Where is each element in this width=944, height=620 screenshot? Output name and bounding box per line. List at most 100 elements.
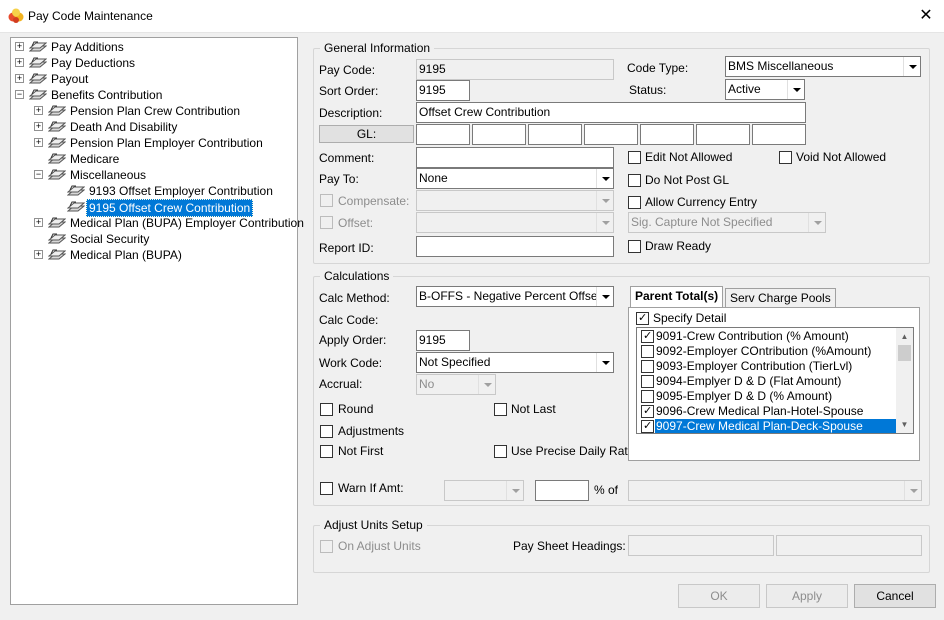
offset-checkbox bbox=[320, 216, 333, 229]
tab-parent-totals[interactable]: Parent Total(s) bbox=[630, 286, 724, 308]
chevron-down-icon[interactable] bbox=[787, 80, 804, 99]
work-code-select[interactable]: Not Specified bbox=[416, 352, 614, 373]
do-not-post-gl-checkbox[interactable] bbox=[628, 174, 641, 187]
use-precise-daily-rate-label: Use Precise Daily Rate bbox=[511, 444, 635, 458]
ok-button[interactable]: OK bbox=[678, 584, 760, 608]
folder-stack-icon bbox=[47, 168, 67, 182]
code-type-label: Code Type: bbox=[627, 61, 689, 75]
compensate-checkbox bbox=[320, 194, 333, 207]
round-checkbox[interactable] bbox=[320, 403, 333, 416]
expand-icon[interactable]: + bbox=[34, 122, 43, 131]
edit-not-allowed-checkbox[interactable] bbox=[628, 151, 641, 164]
group-title: Calculations bbox=[320, 269, 394, 283]
percent-of-label: % of bbox=[594, 483, 619, 497]
adjustments-checkbox[interactable] bbox=[320, 425, 333, 438]
calc-method-select[interactable]: B-OFFS - Negative Percent Offset of bbox=[416, 286, 614, 307]
tab-serv-charge-pools[interactable]: Serv Charge Pools bbox=[725, 288, 836, 308]
item-checkbox[interactable] bbox=[641, 330, 654, 343]
gl-segment-6[interactable] bbox=[696, 124, 750, 145]
report-id-field[interactable] bbox=[416, 236, 614, 257]
group-title: General Information bbox=[320, 41, 435, 55]
scroll-up-icon[interactable]: ▲ bbox=[896, 328, 913, 345]
chevron-down-icon bbox=[596, 191, 613, 210]
gl-segment-7[interactable] bbox=[752, 124, 806, 145]
list-scrollbar[interactable]: ▲ ▼ bbox=[896, 328, 913, 433]
item-checkbox[interactable] bbox=[641, 405, 654, 418]
folder-stack-icon bbox=[28, 56, 48, 70]
item-checkbox[interactable] bbox=[641, 375, 654, 388]
item-checkbox[interactable] bbox=[641, 360, 654, 373]
expand-icon[interactable]: + bbox=[15, 58, 24, 67]
not-first-label: Not First bbox=[338, 444, 384, 458]
description-label: Description: bbox=[319, 106, 383, 120]
specify-detail-label: Specify Detail bbox=[653, 311, 727, 325]
warn-if-amt-checkbox[interactable] bbox=[320, 482, 333, 495]
folder-stack-icon bbox=[47, 104, 67, 118]
draw-ready-checkbox[interactable] bbox=[628, 240, 641, 253]
use-precise-daily-rate-checkbox[interactable] bbox=[494, 445, 507, 458]
chevron-down-icon[interactable] bbox=[596, 353, 613, 372]
pay-code-tree[interactable]: + Pay Additions + Pay Deductions + Payou… bbox=[10, 37, 304, 605]
pay-to-select[interactable]: None bbox=[416, 168, 614, 189]
not-last-checkbox[interactable] bbox=[494, 403, 507, 416]
calc-code-label: Calc Code: bbox=[319, 313, 379, 327]
expand-icon[interactable]: + bbox=[15, 74, 24, 83]
not-first-checkbox[interactable] bbox=[320, 445, 333, 458]
folder-stack-icon bbox=[47, 136, 67, 150]
accrual-select: No bbox=[416, 374, 496, 395]
pay-code-field: 9195 bbox=[416, 59, 614, 80]
pay-sheet-headings-label: Pay Sheet Headings: bbox=[513, 539, 626, 553]
folder-stack-icon bbox=[66, 184, 86, 198]
gl-segment-4[interactable] bbox=[584, 124, 638, 145]
expand-icon[interactable]: + bbox=[15, 42, 24, 51]
comment-field[interactable] bbox=[416, 147, 614, 168]
gl-button[interactable]: GL: bbox=[319, 125, 414, 143]
allow-currency-entry-checkbox[interactable] bbox=[628, 196, 641, 209]
folder-stack-icon bbox=[66, 200, 86, 214]
sig-capture-select: Sig. Capture Not Specified bbox=[628, 212, 826, 233]
status-select[interactable]: Active bbox=[725, 79, 805, 100]
chevron-down-icon[interactable] bbox=[903, 57, 920, 76]
group-title: Adjust Units Setup bbox=[320, 518, 427, 532]
expand-icon[interactable]: + bbox=[34, 218, 43, 227]
scroll-down-icon[interactable]: ▼ bbox=[896, 416, 913, 433]
chevron-down-icon[interactable] bbox=[596, 169, 613, 188]
collapse-icon[interactable]: − bbox=[15, 90, 24, 99]
apply-order-field[interactable]: 9195 bbox=[416, 330, 470, 351]
collapse-icon[interactable]: − bbox=[34, 170, 43, 179]
on-adjust-units-label: On Adjust Units bbox=[338, 539, 421, 553]
item-checkbox[interactable] bbox=[641, 390, 654, 403]
item-checkbox[interactable] bbox=[641, 420, 654, 433]
pay-sheet-heading-2 bbox=[776, 535, 922, 556]
comment-label: Comment: bbox=[319, 151, 375, 165]
gl-segment-5[interactable] bbox=[640, 124, 694, 145]
warn-amount-field[interactable] bbox=[535, 480, 589, 501]
item-checkbox[interactable] bbox=[641, 345, 654, 358]
apply-button[interactable]: Apply bbox=[766, 584, 848, 608]
gl-segment-3[interactable] bbox=[528, 124, 582, 145]
void-not-allowed-label: Void Not Allowed bbox=[796, 150, 887, 164]
offset-select bbox=[416, 212, 614, 233]
report-id-label: Report ID: bbox=[319, 241, 374, 255]
folder-stack-icon bbox=[47, 120, 67, 134]
parent-totals-list[interactable]: 9091-Crew Contribution (% Amount) 9092-E… bbox=[636, 327, 914, 434]
expand-icon[interactable]: + bbox=[34, 106, 43, 115]
specify-detail-checkbox[interactable] bbox=[636, 312, 649, 325]
expand-icon[interactable]: + bbox=[34, 138, 43, 147]
close-icon[interactable]: ✕ bbox=[914, 5, 938, 27]
sort-order-field[interactable]: 9195 bbox=[416, 80, 470, 101]
code-type-select[interactable]: BMS Miscellaneous bbox=[725, 56, 921, 77]
folder-stack-icon bbox=[28, 40, 48, 54]
pay-to-label: Pay To: bbox=[319, 172, 359, 186]
on-adjust-units-checkbox bbox=[320, 540, 333, 553]
description-field[interactable]: Offset Crew Contribution bbox=[416, 102, 806, 123]
expand-icon[interactable]: + bbox=[34, 250, 43, 259]
cancel-button[interactable]: Cancel bbox=[854, 584, 936, 608]
not-last-label: Not Last bbox=[511, 402, 556, 416]
warn-percent-of-select bbox=[628, 480, 922, 501]
chevron-down-icon[interactable] bbox=[596, 287, 613, 306]
scroll-thumb[interactable] bbox=[898, 345, 911, 361]
gl-segment-2[interactable] bbox=[472, 124, 526, 145]
gl-segment-1[interactable] bbox=[416, 124, 470, 145]
void-not-allowed-checkbox[interactable] bbox=[779, 151, 792, 164]
